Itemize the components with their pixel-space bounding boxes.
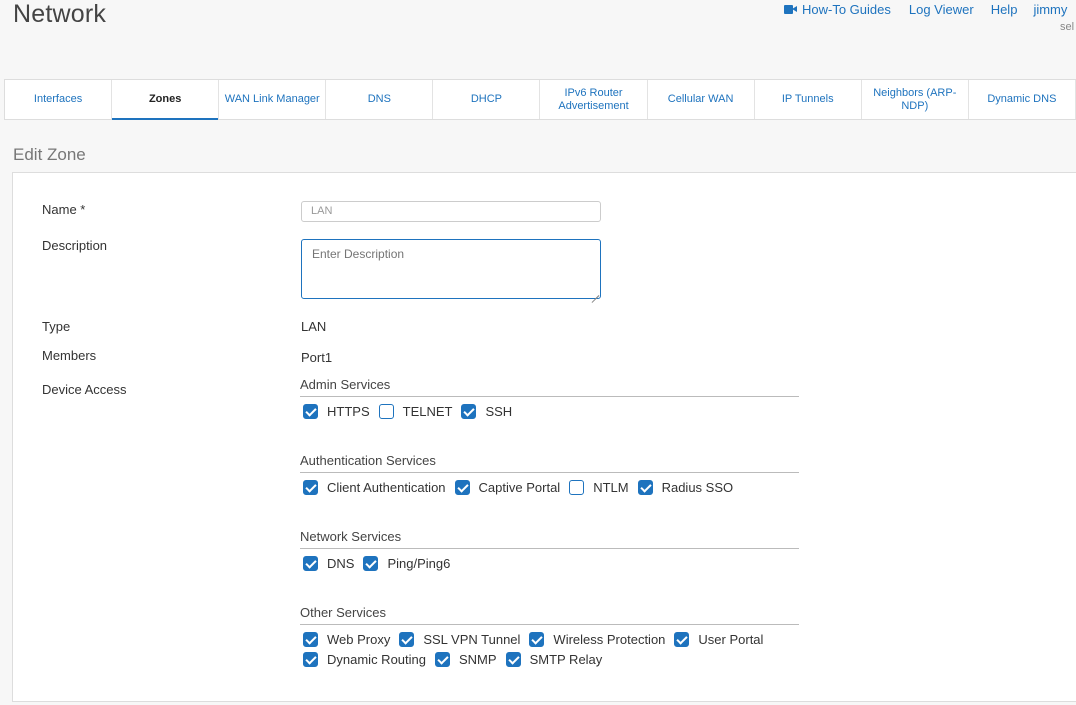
network-services-options: DNS Ping/Ping6 — [303, 556, 459, 571]
checkbox-smtp-relay[interactable]: SMTP Relay — [505, 652, 602, 667]
checkbox-unchecked-icon — [569, 480, 585, 495]
checkbox-checked-icon — [529, 632, 545, 647]
description-field[interactable] — [301, 239, 601, 299]
checkbox-checked-icon — [303, 480, 318, 495]
page-title: Network — [13, 0, 107, 28]
checkbox-checked-icon — [363, 556, 379, 571]
top-links: How-To Guides Log Viewer Help jimmy — [784, 1, 1067, 17]
checkbox-ping[interactable]: Ping/Ping6 — [363, 556, 450, 571]
checkbox-dynamic-routing[interactable]: Dynamic Routing — [303, 652, 426, 667]
name-field[interactable]: LAN — [301, 201, 601, 222]
network-tabs: Interfaces Zones WAN Link Manager DNS DH… — [4, 79, 1076, 120]
checkbox-checked-icon — [435, 652, 450, 667]
members-label: Members — [42, 348, 97, 363]
checkbox-checked-icon — [303, 404, 318, 419]
type-label: Type — [42, 319, 71, 334]
tab-wan-link-manager[interactable]: WAN Link Manager — [219, 80, 327, 119]
device-access-label: Device Access — [42, 382, 127, 397]
checkbox-checked-icon — [303, 632, 318, 647]
checkbox-ssl-vpn-tunnel[interactable]: SSL VPN Tunnel — [399, 632, 520, 647]
checkbox-wireless-protection[interactable]: Wireless Protection — [529, 632, 665, 647]
checkbox-checked-icon — [461, 404, 477, 419]
checkbox-dns[interactable]: DNS — [303, 556, 354, 571]
checkbox-checked-icon — [674, 632, 690, 647]
checkbox-telnet[interactable]: TELNET — [378, 404, 452, 419]
video-camera-icon — [784, 4, 797, 14]
admin-services-options: HTTPS TELNET SSH — [303, 404, 521, 419]
tab-dhcp[interactable]: DHCP — [433, 80, 541, 119]
network-services-title: Network Services — [300, 529, 799, 549]
checkbox-snmp[interactable]: SNMP — [435, 652, 497, 667]
other-services-options-row2: Dynamic Routing SNMP SMTP Relay — [303, 652, 611, 667]
checkbox-checked-icon — [505, 652, 521, 667]
admin-services-title: Admin Services — [300, 377, 799, 397]
tab-interfaces[interactable]: Interfaces — [5, 80, 113, 119]
checkbox-https[interactable]: HTTPS — [303, 404, 370, 419]
user-menu[interactable]: jimmy — [1033, 2, 1067, 17]
other-services-options-row1: Web Proxy SSL VPN Tunnel Wireless Protec… — [303, 632, 772, 647]
checkbox-client-authentication[interactable]: Client Authentication — [303, 480, 446, 495]
name-label: Name * — [42, 202, 86, 217]
checkbox-captive-portal[interactable]: Captive Portal — [454, 480, 560, 495]
authentication-services-title: Authentication Services — [300, 453, 799, 473]
checkbox-checked-icon — [303, 652, 318, 667]
authentication-services-options: Client Authentication Captive Portal NTL… — [303, 480, 742, 495]
checkbox-web-proxy[interactable]: Web Proxy — [303, 632, 390, 647]
tab-cellular-wan[interactable]: Cellular WAN — [648, 80, 755, 119]
log-viewer-link[interactable]: Log Viewer — [909, 2, 974, 17]
checkbox-checked-icon — [303, 556, 318, 571]
section-title: Edit Zone — [13, 145, 86, 164]
checkbox-checked-icon — [454, 480, 470, 495]
checkbox-checked-icon — [399, 632, 415, 647]
tab-dynamic-dns[interactable]: Dynamic DNS — [969, 80, 1076, 119]
help-link[interactable]: Help — [991, 2, 1018, 17]
checkbox-checked-icon — [637, 480, 653, 495]
checkbox-ssh[interactable]: SSH — [461, 404, 512, 419]
tab-ip-tunnels[interactable]: IP Tunnels — [755, 80, 862, 119]
checkbox-unchecked-icon — [378, 404, 394, 419]
how-to-guides-link[interactable]: How-To Guides — [802, 2, 891, 17]
members-value: Port1 — [301, 350, 333, 365]
type-value: LAN — [301, 319, 327, 334]
checkbox-radius-sso[interactable]: Radius SSO — [637, 480, 733, 495]
tab-dns[interactable]: DNS — [326, 80, 434, 119]
tab-zones[interactable]: Zones — [112, 80, 220, 120]
user-subtitle: sel — [1060, 21, 1075, 33]
tab-neighbors[interactable]: Neighbors (ARP-NDP) — [862, 80, 969, 119]
description-label: Description — [42, 238, 108, 253]
resize-handle-icon[interactable] — [591, 289, 599, 297]
tab-ipv6-router-advertisement[interactable]: IPv6 Router Advertisement — [540, 80, 648, 119]
checkbox-user-portal[interactable]: User Portal — [674, 632, 763, 647]
checkbox-ntlm[interactable]: NTLM — [569, 480, 629, 495]
other-services-title: Other Services — [300, 605, 799, 625]
